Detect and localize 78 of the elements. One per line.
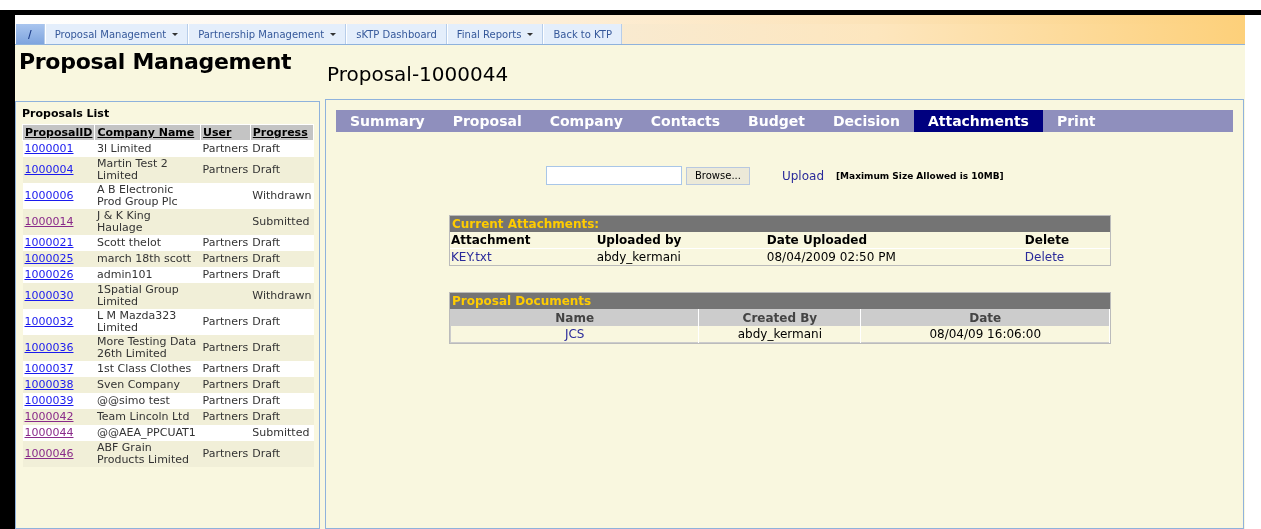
table-cell: 08/04/2009 02:50 PM [766, 250, 896, 264]
size-note: [Maximum Size Allowed is 10MB] [836, 170, 1004, 181]
table-cell: @@simo test [96, 394, 170, 407]
table-cell: Scott thelot [96, 236, 161, 249]
table-cell: ABF Grain Products Limited [96, 441, 189, 466]
table-cell: Submitted [252, 215, 310, 228]
nav-item[interactable]: Back to KTP [543, 24, 622, 44]
nav-item[interactable]: Partnership Management [188, 24, 347, 44]
table-cell: @@AEA_PPCUAT1 [96, 426, 196, 439]
table-cell: Submitted [252, 426, 310, 439]
table-cell: Partners [202, 252, 249, 265]
section-header: Proposal Documents [450, 293, 1110, 309]
table-cell: Draft [252, 236, 281, 249]
table-cell: Partners [202, 447, 249, 460]
proposal-title: Proposal-1000044 [327, 62, 510, 88]
table-cell: J & K King Haulage [96, 209, 151, 234]
table-cell: Draft [252, 252, 281, 265]
browse-button[interactable]: Browse... [686, 166, 750, 185]
table-cell: march 18th scott [96, 252, 192, 265]
document-link[interactable]: JCS [564, 327, 585, 341]
column-header: Delete [1023, 232, 1110, 249]
table-cell: Draft [252, 163, 281, 176]
nav-item[interactable]: Proposal Management [44, 24, 189, 44]
table-cell: Draft [252, 315, 281, 328]
nav-item[interactable]: Final Reports [446, 24, 544, 44]
table-cell: Draft [252, 410, 281, 423]
table-cell: Team Lincoln Ltd [96, 410, 190, 423]
table-cell: Draft [252, 394, 281, 407]
table-cell: Partners [202, 394, 249, 407]
table-cell: Sven Company [96, 378, 180, 391]
table-cell: abdy_kermani [596, 250, 681, 264]
table-cell: Partners [202, 362, 249, 375]
table-cell: L M Mazda323 Limited [96, 309, 177, 334]
table-cell: 1st Class Clothes [96, 362, 192, 375]
column-header: Uploaded by [595, 232, 766, 249]
column-header: Date Uploaded [765, 232, 1024, 249]
page-title: Proposal Management [19, 49, 293, 76]
column-header[interactable]: Progress [250, 124, 314, 141]
table-cell: 3l Limited [96, 142, 152, 155]
table-cell: abdy_kermani [737, 327, 823, 341]
table-cell: Partners [202, 341, 249, 354]
file-link[interactable]: KEY.txt [451, 250, 492, 264]
table-cell: Draft [252, 268, 281, 281]
upload-link[interactable]: Upload [781, 168, 824, 183]
nav-item[interactable]: sKTP Dashboard [346, 24, 447, 44]
table-cell: A B Electronic Prod Group Plc [96, 183, 178, 208]
table-cell: 1Spatial Group Limited [96, 283, 179, 308]
table-cell: Withdrawn [252, 289, 312, 302]
column-header[interactable]: User [200, 124, 251, 141]
table-cell: admin101 [96, 268, 153, 281]
column-header: Attachment [450, 232, 596, 249]
section-header: Current Attachments: [450, 216, 1110, 232]
table-cell: Partners [202, 378, 249, 391]
table-cell: Draft [252, 341, 281, 354]
table-cell: Partners [202, 315, 249, 328]
table-cell: Partners [202, 142, 249, 155]
table-cell: Partners [202, 268, 249, 281]
column-header: Name [450, 309, 699, 326]
table-cell: Draft [252, 142, 281, 155]
table-cell: Partners [202, 236, 249, 249]
delete-link[interactable]: Delete [1024, 250, 1065, 264]
table-cell: Draft [252, 362, 281, 375]
table-cell: Withdrawn [252, 189, 312, 202]
table-cell: Draft [252, 378, 281, 391]
table-cell: 08/04/09 16:06:00 [929, 327, 1041, 341]
column-header: Created By [698, 309, 861, 326]
table-cell: Partners [202, 163, 249, 176]
nav-item[interactable]: / [15, 24, 45, 44]
column-header: Date [860, 309, 1110, 326]
table-cell: Draft [252, 447, 281, 460]
table-cell: More Testing Data 26th Limited [96, 335, 197, 360]
list-title: Proposals List [22, 107, 111, 120]
tab[interactable]: Attachments [913, 110, 1043, 132]
table-cell: Martin Test 2 Limited [96, 157, 168, 182]
column-header[interactable]: ProposalID [22, 124, 95, 141]
file-input-field[interactable] [546, 166, 682, 185]
column-header[interactable]: Company Name [94, 124, 201, 141]
table-cell: Partners [202, 410, 249, 423]
